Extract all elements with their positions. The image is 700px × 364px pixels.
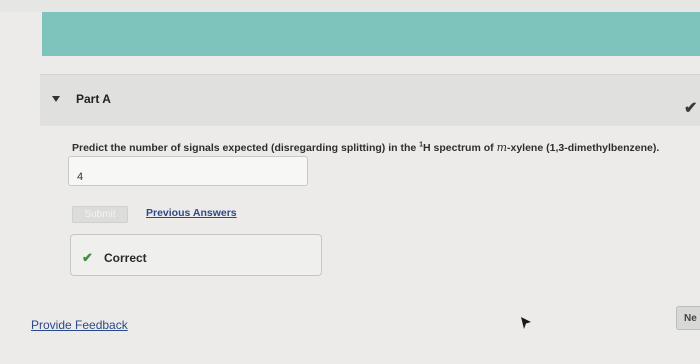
next-button[interactable]: Ne <box>676 306 700 330</box>
question-text: Predict the number of signals expected (… <box>72 141 692 154</box>
check-icon: ✔ <box>684 100 698 117</box>
question-text-after: -xylene (1,3-dimethylbenzene). <box>507 142 660 154</box>
submit-button[interactable]: Submit <box>72 206 128 223</box>
top-strip <box>0 0 700 12</box>
part-header[interactable] <box>40 74 700 126</box>
question-text-mid: H spectrum of <box>423 142 497 154</box>
previous-answers-link[interactable]: Previous Answers <box>146 207 237 219</box>
provide-feedback-link[interactable]: Provide Feedback <box>31 318 128 332</box>
correct-label: Correct <box>104 251 147 265</box>
correct-check-icon: ✔ <box>82 250 93 265</box>
answer-input[interactable]: 4 <box>68 156 308 186</box>
question-math-var: m <box>496 141 507 154</box>
part-title[interactable]: Part A <box>76 92 111 106</box>
mouse-cursor-icon <box>521 317 531 329</box>
question-text-before: Predict the number of signals expected (… <box>72 142 420 154</box>
assignment-banner <box>42 12 700 56</box>
caret-down-icon[interactable] <box>52 96 60 102</box>
